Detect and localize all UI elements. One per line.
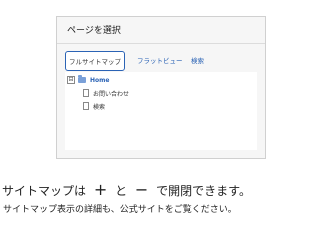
- tab-full-sitemap[interactable]: フルサイトマップ: [65, 51, 125, 71]
- divider: [57, 43, 265, 44]
- tree-node-contact[interactable]: お問い合わせ: [83, 88, 129, 98]
- plus-icon: +: [93, 180, 108, 199]
- collapse-toggle-icon[interactable]: ⊟: [67, 76, 75, 84]
- page-select-panel: ページを選択 フルサイトマップ フラットビュー 検索 ⊟ Home お問い合わせ…: [56, 16, 266, 159]
- tree-node-label[interactable]: 検索: [93, 102, 105, 111]
- tab-flat-view[interactable]: フラットビュー: [137, 51, 183, 71]
- page-icon: [83, 89, 89, 97]
- caption-and: と: [115, 184, 128, 198]
- caption-line-1: サイトマップは + と − で開閉できます。: [2, 180, 251, 199]
- tree-node-label[interactable]: お問い合わせ: [93, 89, 129, 98]
- caption-line-2: サイトマップ表示の詳細も、公式サイトをご覧ください。: [3, 205, 237, 215]
- page-icon: [83, 102, 89, 110]
- tree-node-search[interactable]: 検索: [83, 101, 105, 111]
- minus-icon: −: [134, 180, 149, 199]
- tree-node-home[interactable]: ⊟ Home: [67, 75, 109, 85]
- panel-title: ページを選択: [67, 26, 121, 36]
- caption-prefix: サイトマップは: [2, 184, 87, 198]
- tab-search[interactable]: 検索: [191, 51, 204, 71]
- folder-icon: [78, 75, 86, 83]
- caption-suffix: で開閉できます。: [156, 184, 251, 198]
- sitemap-tree: ⊟ Home お問い合わせ 検索: [65, 72, 257, 150]
- tree-node-label[interactable]: Home: [90, 77, 109, 84]
